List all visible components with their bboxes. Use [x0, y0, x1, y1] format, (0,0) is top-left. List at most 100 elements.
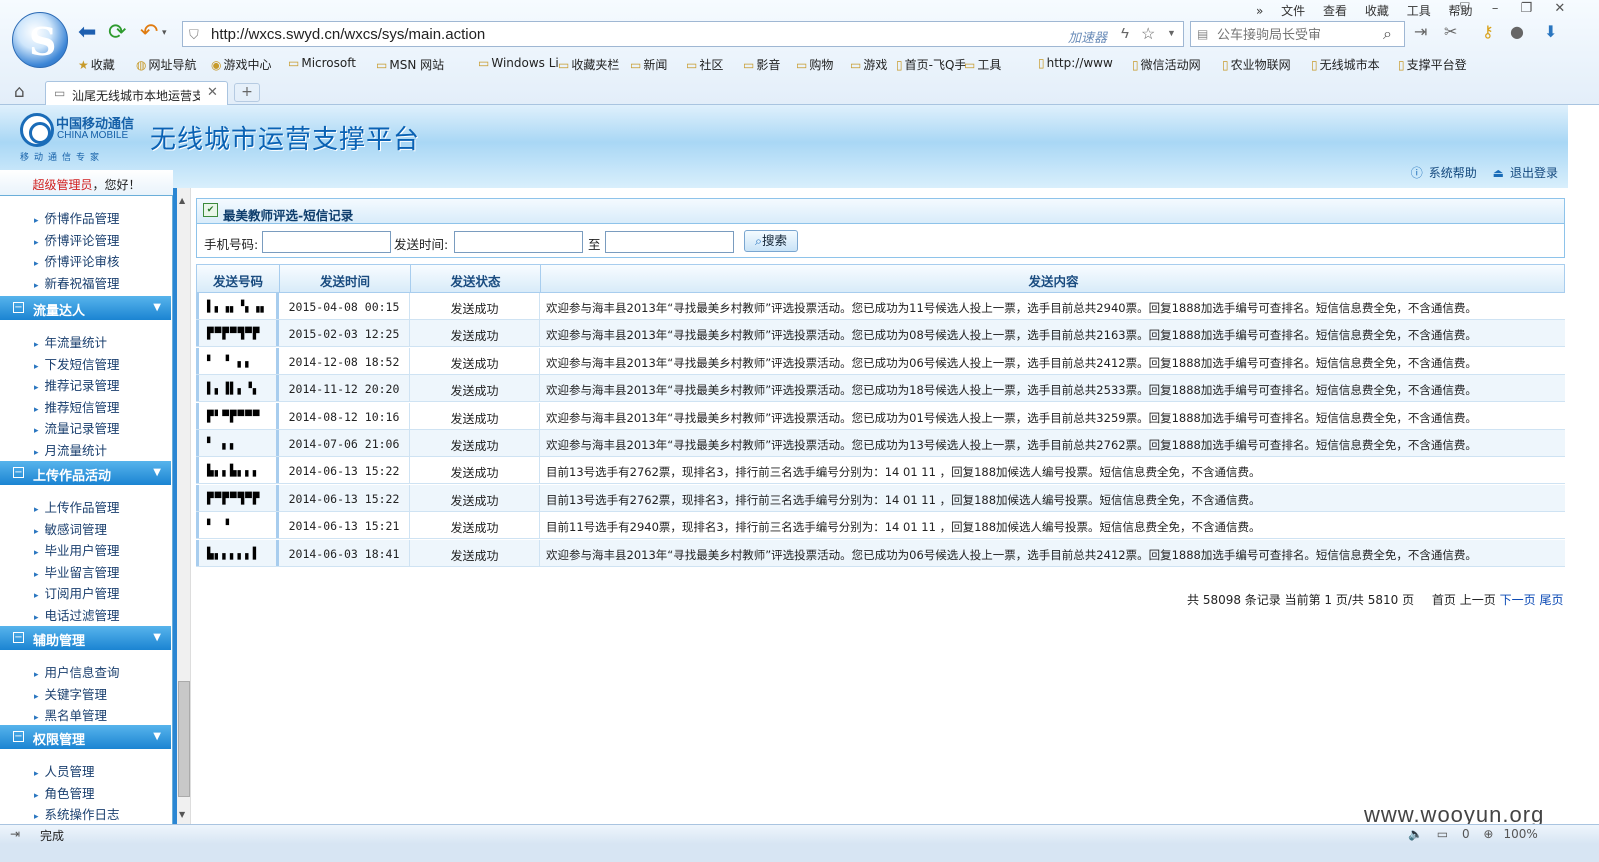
scroll-thumb[interactable] — [178, 681, 190, 797]
pager-first[interactable]: 首页 — [1432, 593, 1456, 607]
sidebar-item[interactable]: 推荐短信管理 — [34, 397, 120, 416]
home-icon[interactable]: ⌂ — [14, 82, 25, 102]
favorite-item[interactable]: ▭ 社区 — [686, 56, 723, 73]
sidebar-item[interactable]: 月流量统计 — [34, 440, 108, 459]
address-url[interactable]: http://wxcs.swyd.cn/wxcs/sys/main.action — [211, 26, 485, 43]
header-status[interactable]: 发送状态 — [411, 265, 541, 292]
favorite-item[interactable]: ▭ Microsoft — [288, 56, 356, 70]
undo-button[interactable]: ↶ — [140, 20, 158, 46]
table-row[interactable]: ▙▖▖▙▖▖▖ 2014-06-13 15:22 发送成功 目前13号选手有2762票… — [196, 457, 1565, 485]
favorite-item[interactable]: ▭ 收藏夹栏 — [558, 56, 619, 73]
key-icon[interactable]: ⚷ — [1482, 22, 1494, 41]
favorite-item[interactable]: ▭ 影音 — [743, 56, 780, 73]
menu-overflow-icon[interactable]: » — [1256, 4, 1263, 18]
sidebar-item[interactable]: 年流量统计 — [34, 332, 108, 351]
skin-icon[interactable]: ⛉ — [1460, 1, 1470, 16]
sidebar-item[interactable]: 侨博作品管理 — [34, 208, 120, 227]
ad-block-icon[interactable]: ● — [1510, 22, 1524, 41]
new-tab-button[interactable]: + — [234, 83, 260, 102]
volume-icon[interactable]: 🔈 — [1408, 827, 1423, 841]
table-row[interactable]: ▌▖▗▖▝▖▗▖ 2015-04-08 00:15 发送成功 欢迎参与海丰县2013年… — [196, 293, 1565, 320]
collapse-icon[interactable]: − — [13, 632, 24, 643]
menu-tools[interactable]: 工具 — [1407, 4, 1431, 18]
table-row[interactable]: ▘ ▖▖ 2014-07-06 21:06 发送成功 欢迎参与海丰县2013年“寻找最… — [196, 430, 1565, 457]
sidebar-item[interactable]: 推荐记录管理 — [34, 375, 120, 394]
menu-view[interactable]: 查看 — [1323, 4, 1347, 18]
zoom-icon[interactable]: ⊕ — [1483, 827, 1493, 841]
close-window-button[interactable]: ✕ — [1554, 1, 1565, 16]
time-to-input[interactable] — [605, 231, 734, 253]
menu-favorites[interactable]: 收藏 — [1365, 4, 1389, 18]
undo-dropdown-icon[interactable]: ▾ — [162, 28, 167, 38]
pager-prev[interactable]: 上一页 — [1460, 593, 1496, 607]
download-icon[interactable]: ⬇ — [1544, 22, 1557, 41]
close-tab-icon[interactable]: ✕ — [207, 85, 218, 100]
zoom-level[interactable]: 100% — [1503, 827, 1537, 841]
header-content[interactable]: 发送内容 — [541, 265, 1566, 292]
favorite-item[interactable]: ▭ 工具 — [964, 56, 1001, 73]
tab-active[interactable]: ▭ 汕尾无线城市本地运营支 ✕ — [45, 81, 228, 105]
favorite-item[interactable]: ▭ 游戏 — [850, 56, 887, 73]
search-button[interactable]: ⌕搜索 — [744, 230, 798, 252]
sidebar-group[interactable]: − 权限管理 ▼ — [0, 725, 171, 749]
chevron-down-icon[interactable]: ▼ — [153, 632, 161, 643]
accelerator-label[interactable]: 加速器 — [1068, 27, 1107, 46]
sidebar-item[interactable]: 毕业用户管理 — [34, 540, 120, 559]
sidebar-toggle-icon[interactable]: ⇥ — [10, 827, 20, 841]
table-row[interactable]: ▛▀▛▀▜▀▛ 2015-02-03 12:25 发送成功 欢迎参与海丰县2013年“… — [196, 320, 1565, 348]
address-bar[interactable]: ⛉ http://wxcs.swyd.cn/wxcs/sys/main.acti… — [182, 21, 1184, 47]
browser-logo-icon[interactable]: S — [12, 12, 68, 68]
sidebar-item[interactable]: 电话过滤管理 — [34, 605, 120, 624]
pager-last[interactable]: 尾页 — [1539, 593, 1563, 607]
scroll-down-icon[interactable]: ▼ — [179, 810, 185, 819]
favorite-item[interactable]: ▯ 支撑平台登 — [1398, 56, 1467, 73]
search-engine-icon[interactable]: ▤ — [1197, 27, 1208, 41]
favorite-item[interactable]: ▭ Windows Li — [478, 56, 559, 70]
search-input[interactable] — [1217, 25, 1377, 43]
favorite-item[interactable]: ▯ 农业物联网 — [1222, 56, 1291, 73]
sidebar-item[interactable]: 毕业留言管理 — [34, 562, 120, 581]
help-link[interactable]: 系统帮助 — [1429, 166, 1477, 180]
sidebar-item[interactable]: 敏感词管理 — [34, 519, 108, 538]
refresh-button[interactable]: ⟳ — [108, 20, 126, 46]
favorite-star-icon[interactable]: ☆ — [1141, 24, 1155, 44]
login-icon[interactable]: ⇥ — [1414, 22, 1427, 41]
sidebar-group[interactable]: − 辅助管理 ▼ — [0, 626, 171, 650]
menu-file[interactable]: 文件 — [1281, 4, 1305, 18]
table-row[interactable]: ▌▖▐▌▖▝▖ 2014-11-12 20:20 发送成功 欢迎参与海丰县2013年“… — [196, 375, 1565, 403]
table-row[interactable]: ▘ ▝ ▖▖ 2014-12-08 18:52 发送成功 欢迎参与海丰县2013年“寻… — [196, 347, 1565, 375]
favorite-item[interactable]: ▯ 微信活动网 — [1132, 56, 1201, 73]
sidebar-item[interactable]: 用户信息查询 — [34, 662, 120, 681]
chevron-down-icon[interactable]: ▼ — [153, 467, 161, 478]
search-box[interactable]: ▤ ⌕ — [1190, 21, 1405, 47]
favorite-item[interactable]: ◉ 游戏中心 — [211, 56, 272, 73]
monitor-icon[interactable]: ▭ — [1437, 827, 1448, 841]
collapse-icon[interactable]: − — [13, 302, 24, 313]
chevron-down-icon[interactable]: ▼ — [153, 731, 161, 742]
chevron-down-icon[interactable]: ▼ — [153, 302, 161, 313]
logout-link[interactable]: 退出登录 — [1510, 166, 1558, 180]
header-time[interactable]: 发送时间 — [280, 265, 411, 292]
table-row[interactable]: ▛▀▛▀▜▀▛ 2014-06-13 15:22 发送成功 目前13号选手有2762票… — [196, 484, 1565, 512]
sidebar-group[interactable]: − 上传作品活动 ▼ — [0, 461, 171, 485]
download-count[interactable]: 0 — [1462, 827, 1470, 841]
sidebar-item[interactable]: 关键字管理 — [34, 684, 108, 703]
pager-next[interactable]: 下一页 — [1500, 593, 1536, 607]
favorite-item[interactable]: ▭ 新闻 — [630, 56, 667, 73]
scroll-up-icon[interactable]: ▲ — [179, 196, 185, 205]
time-from-input[interactable] — [454, 231, 583, 253]
collapse-icon[interactable]: − — [13, 731, 24, 742]
lightning-icon[interactable]: ϟ — [1121, 25, 1129, 42]
favorite-item[interactable]: ★ 收藏 — [78, 56, 115, 73]
header-phone[interactable]: 发送号码 — [197, 265, 280, 292]
sidebar-item[interactable]: 订阅用户管理 — [34, 583, 120, 602]
sidebar-item[interactable]: 侨博评论管理 — [34, 230, 120, 249]
collapse-icon[interactable]: − — [13, 467, 24, 478]
minimize-button[interactable]: – — [1492, 1, 1499, 16]
sidebar-item[interactable]: 角色管理 — [34, 783, 95, 802]
sidebar-item[interactable]: 黑名单管理 — [34, 705, 108, 724]
favorite-item[interactable]: ▯ 无线城市本 — [1311, 56, 1380, 73]
scissors-icon[interactable]: ✂ — [1444, 22, 1457, 41]
sidebar-group[interactable]: − 流量达人 ▼ — [0, 296, 171, 320]
favorite-item[interactable]: ▯ 首页-飞Q手 — [896, 56, 966, 73]
